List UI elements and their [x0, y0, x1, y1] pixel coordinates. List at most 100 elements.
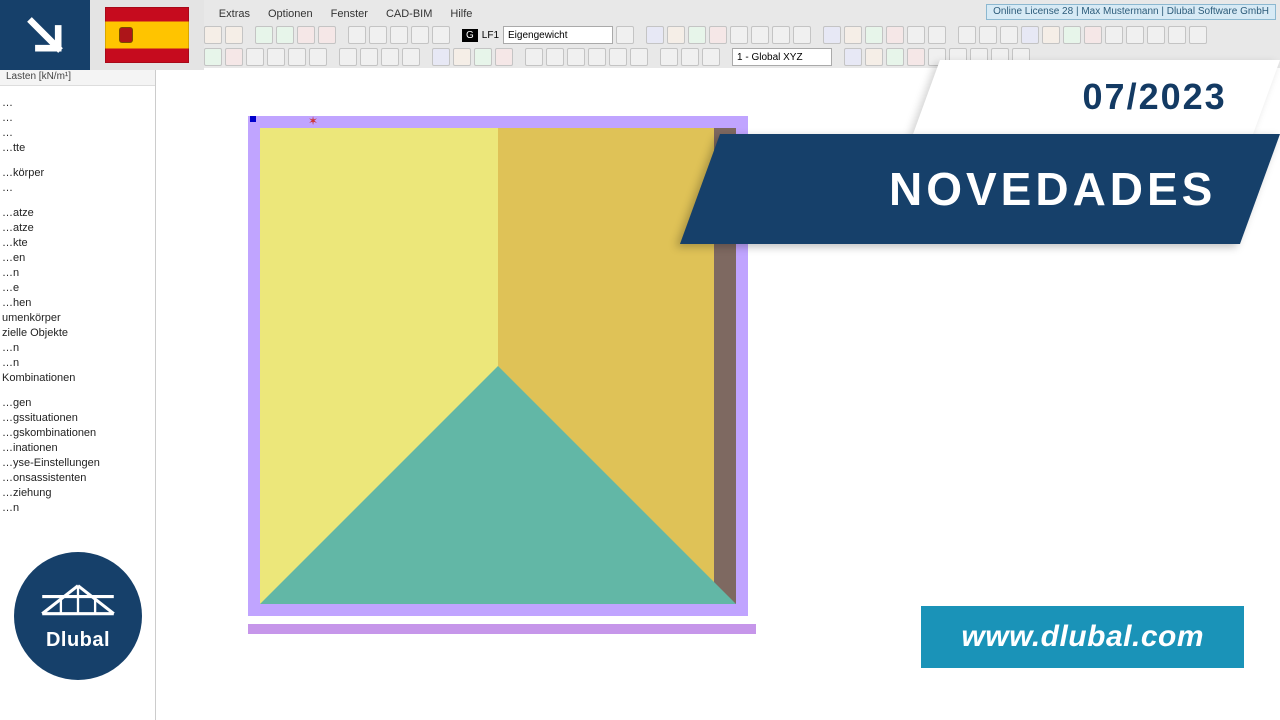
toolbar-icon[interactable] — [823, 26, 841, 44]
toolbar-icon[interactable] — [525, 48, 543, 66]
toolbar-icon[interactable] — [844, 48, 862, 66]
toolbar-icon[interactable] — [369, 26, 387, 44]
toolbar-icon[interactable] — [453, 48, 471, 66]
toolbar-icon[interactable] — [844, 26, 862, 44]
toolbar-icon[interactable] — [432, 26, 450, 44]
toolbar-icon[interactable] — [225, 26, 243, 44]
toolbar-icon[interactable] — [1189, 26, 1207, 44]
arrow-down-right-icon — [0, 0, 90, 70]
toolbar-icon[interactable] — [702, 48, 720, 66]
toolbar-icon[interactable] — [630, 48, 648, 66]
toolbar-icon[interactable] — [432, 48, 450, 66]
tree-item[interactable]: …ziehung — [2, 486, 153, 501]
toolbar-icon[interactable] — [886, 48, 904, 66]
toolbar-icon[interactable] — [1126, 26, 1144, 44]
toolbar-icon[interactable] — [1042, 26, 1060, 44]
toolbar-icon[interactable] — [588, 48, 606, 66]
tree-item[interactable]: …gskombinationen — [2, 426, 153, 441]
toolbar-icon[interactable] — [255, 26, 273, 44]
toolbar-icon[interactable] — [267, 48, 285, 66]
tree-item[interactable]: …hen — [2, 296, 153, 311]
toolbar-icon[interactable] — [1168, 26, 1186, 44]
loadcase-id: LF1 — [482, 30, 499, 41]
toolbar-icon[interactable] — [297, 26, 315, 44]
toolbar-icon[interactable] — [646, 26, 664, 44]
toolbar-icon[interactable] — [979, 26, 997, 44]
toolbar-icon[interactable] — [793, 26, 811, 44]
toolbar-icon[interactable] — [225, 48, 243, 66]
tree-item[interactable]: …atze — [2, 206, 153, 221]
toolbar-icon[interactable] — [411, 26, 429, 44]
tree-item[interactable]: …e — [2, 281, 153, 296]
toolbar-icon[interactable] — [288, 48, 306, 66]
toolbar-icon[interactable] — [318, 26, 336, 44]
menu-item[interactable]: Extras — [219, 8, 250, 20]
toolbar-icon[interactable] — [339, 48, 357, 66]
menu-item[interactable]: CAD-BIM — [386, 8, 432, 20]
toolbar-icon[interactable] — [907, 26, 925, 44]
toolbar-icon[interactable] — [1000, 26, 1018, 44]
toolbar-icon[interactable] — [1105, 26, 1123, 44]
menu-item[interactable]: Fenster — [331, 8, 368, 20]
tree-item[interactable]: …en — [2, 251, 153, 266]
toolbar-icon[interactable] — [865, 48, 883, 66]
toolbar-icon[interactable] — [360, 48, 378, 66]
tree-item[interactable]: …kte — [2, 236, 153, 251]
toolbar-icon[interactable] — [609, 48, 627, 66]
toolbar-icon[interactable] — [246, 48, 264, 66]
toolbar-icon[interactable] — [381, 48, 399, 66]
toolbar-icon[interactable] — [567, 48, 585, 66]
node-handle[interactable] — [250, 116, 256, 122]
frame-bottom — [248, 624, 756, 634]
tree-item[interactable]: Kombinationen — [2, 371, 153, 386]
tree-item[interactable]: …gssituationen — [2, 411, 153, 426]
toolbar-icon[interactable] — [204, 48, 222, 66]
navigator-tree[interactable]: …………tte …körper … …atze …atze …kte …en …… — [0, 86, 155, 520]
loadcase-selector[interactable]: G LF1 Eigengewicht — [462, 26, 613, 44]
toolbar-icon[interactable] — [348, 26, 366, 44]
toolbar-icon[interactable] — [928, 26, 946, 44]
toolbar-icon[interactable] — [390, 26, 408, 44]
toolbar-icon[interactable] — [958, 26, 976, 44]
menu-item[interactable]: Optionen — [268, 8, 313, 20]
tree-item[interactable]: … — [2, 181, 153, 196]
tree-item[interactable]: …atze — [2, 221, 153, 236]
loadcase-name-field[interactable]: Eigengewicht — [503, 26, 613, 44]
toolbar-icon[interactable] — [402, 48, 420, 66]
toolbar-icon[interactable] — [751, 26, 769, 44]
tree-item[interactable]: …gen — [2, 396, 153, 411]
toolbar-icon[interactable] — [276, 26, 294, 44]
toolbar-icon[interactable] — [660, 48, 678, 66]
toolbar-icon[interactable] — [730, 26, 748, 44]
toolbar-icon[interactable] — [865, 26, 883, 44]
toolbar-icon[interactable] — [667, 26, 685, 44]
coordinate-system-select[interactable]: 1 - Global XYZ — [732, 48, 832, 66]
toolbar-icon[interactable] — [474, 48, 492, 66]
toolbar-icon[interactable] — [1021, 26, 1039, 44]
tree-item[interactable]: …inationen — [2, 441, 153, 456]
toolbar-icon[interactable] — [772, 26, 790, 44]
toolbar-icon[interactable] — [1084, 26, 1102, 44]
tree-item[interactable]: …n — [2, 356, 153, 371]
toolbar-icon[interactable] — [709, 26, 727, 44]
tree-item[interactable]: …n — [2, 266, 153, 281]
toolbar-icon[interactable] — [886, 26, 904, 44]
toolbar-icon[interactable] — [546, 48, 564, 66]
toolbar-icon[interactable] — [907, 48, 925, 66]
toolbar-icon[interactable] — [1147, 26, 1165, 44]
tree-item[interactable]: umenkörper — [2, 311, 153, 326]
tree-item[interactable]: …körper — [2, 166, 153, 181]
tree-item[interactable]: …onsassistenten — [2, 471, 153, 486]
toolbar-icon[interactable] — [688, 26, 706, 44]
chevron-down-icon[interactable] — [616, 26, 634, 44]
toolbar-icon[interactable] — [1063, 26, 1081, 44]
toolbar-icon[interactable] — [681, 48, 699, 66]
toolbar-icon[interactable] — [309, 48, 327, 66]
tree-item[interactable]: zielle Objekte — [2, 326, 153, 341]
tree-item[interactable]: …n — [2, 501, 153, 516]
tree-item[interactable]: …yse-Einstellungen — [2, 456, 153, 471]
toolbar-icon[interactable] — [495, 48, 513, 66]
menu-item[interactable]: Hilfe — [450, 8, 472, 20]
toolbar-icon[interactable] — [204, 26, 222, 44]
tree-item[interactable]: …n — [2, 341, 153, 356]
